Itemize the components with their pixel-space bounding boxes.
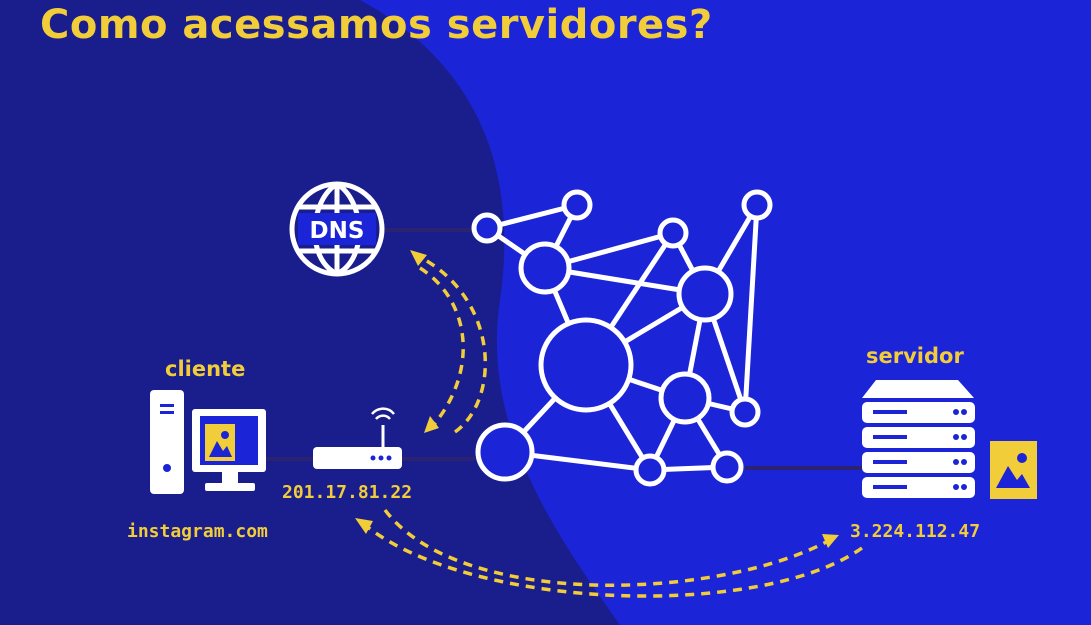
network-node bbox=[633, 453, 667, 487]
network-node bbox=[710, 450, 744, 484]
router-ip-label: 201.17.81.22 bbox=[282, 482, 413, 503]
server-rack-icon bbox=[862, 380, 975, 498]
image-icon bbox=[205, 424, 235, 461]
client-domain-label: instagram.com bbox=[127, 521, 268, 542]
network-graph-icon bbox=[471, 189, 773, 487]
client-label: cliente bbox=[165, 357, 246, 381]
network-node bbox=[471, 212, 503, 244]
network-node bbox=[676, 265, 734, 323]
server-image-icon bbox=[990, 441, 1037, 499]
network-node bbox=[657, 217, 689, 249]
server-label: servidor bbox=[866, 344, 964, 368]
background-dark-shape bbox=[0, 0, 620, 625]
network-node bbox=[561, 189, 593, 221]
network-nodes bbox=[471, 189, 773, 487]
network-node bbox=[729, 396, 761, 428]
network-node bbox=[518, 241, 572, 295]
network-node bbox=[538, 317, 634, 413]
network-node bbox=[475, 422, 535, 482]
dns-label: DNS bbox=[310, 218, 365, 244]
network-node bbox=[658, 371, 712, 425]
page-title: Como acessamos servidores? bbox=[40, 2, 713, 48]
server-ip-label: 3.224.112.47 bbox=[850, 521, 981, 542]
network-node bbox=[741, 189, 773, 221]
